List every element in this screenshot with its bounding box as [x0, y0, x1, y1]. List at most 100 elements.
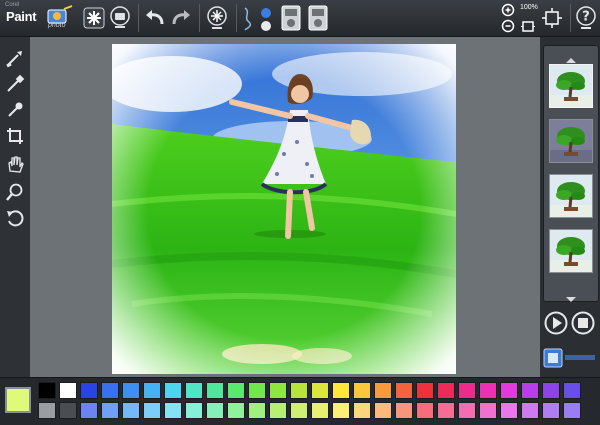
color-swatch[interactable]: [248, 382, 266, 399]
color-swatch[interactable]: [332, 402, 350, 419]
color-swatch[interactable]: [164, 402, 182, 419]
color-swatch[interactable]: [521, 402, 539, 419]
color-swatch[interactable]: [395, 382, 413, 399]
current-color-swatch[interactable]: [5, 387, 31, 413]
play-button[interactable]: [544, 311, 568, 339]
color-swatch[interactable]: [143, 402, 161, 419]
color-swatch[interactable]: [395, 402, 413, 419]
color-swatch[interactable]: [332, 382, 350, 399]
color-swatch[interactable]: [374, 402, 392, 419]
fit-screen-button[interactable]: [540, 3, 564, 33]
color-swatch[interactable]: [563, 382, 581, 399]
eraser-tool[interactable]: [4, 73, 26, 95]
bonsai-tree-icon: [550, 72, 592, 107]
color-swatch[interactable]: [290, 382, 308, 399]
color-swatch[interactable]: [101, 402, 119, 419]
camera-button[interactable]: [108, 3, 132, 33]
color-swatch[interactable]: [542, 402, 560, 419]
style-thumbnail[interactable]: [549, 119, 593, 163]
color-swatch[interactable]: [269, 382, 287, 399]
color-swatch[interactable]: [164, 382, 182, 399]
color-swatch[interactable]: [206, 402, 224, 419]
color-swatch[interactable]: [248, 402, 266, 419]
color-swatch[interactable]: [38, 382, 56, 399]
bonsai-tree-icon: [550, 127, 592, 162]
stroke-size-control[interactable]: [240, 3, 276, 33]
color-swatch[interactable]: [206, 382, 224, 399]
color-swatch[interactable]: [416, 382, 434, 399]
color-swatch[interactable]: [185, 382, 203, 399]
share-button[interactable]: [543, 345, 599, 375]
color-swatch[interactable]: [59, 382, 77, 399]
zoom-level: 100%: [520, 4, 538, 11]
zoom-out-icon: [501, 19, 515, 33]
zoom-in-button[interactable]: [500, 3, 518, 18]
save-button[interactable]: [306, 3, 330, 33]
color-swatch[interactable]: [563, 402, 581, 419]
painted-photo[interactable]: [112, 44, 456, 374]
undo-button[interactable]: [143, 3, 167, 33]
svg-text:?: ?: [582, 10, 590, 25]
color-swatch[interactable]: [479, 402, 497, 419]
hand-tool[interactable]: [4, 153, 26, 175]
color-swatch[interactable]: [80, 382, 98, 399]
color-swatch[interactable]: [269, 402, 287, 419]
color-swatch[interactable]: [416, 402, 434, 419]
help-button[interactable]: ?: [574, 3, 598, 33]
eyedropper-tool[interactable]: [4, 99, 26, 121]
snowflake-button[interactable]: [82, 3, 106, 33]
brush-tool[interactable]: [4, 47, 26, 69]
color-swatch[interactable]: [227, 382, 245, 399]
color-swatch[interactable]: [227, 402, 245, 419]
canvas-options-button[interactable]: [279, 3, 303, 33]
style-thumbnail[interactable]: [549, 174, 593, 218]
rotate-tool[interactable]: [4, 207, 26, 229]
style-thumbnail[interactable]: [549, 229, 593, 273]
color-swatch[interactable]: [500, 402, 518, 419]
color-swatch[interactable]: [80, 402, 98, 419]
help-icon: ?: [576, 6, 596, 29]
color-swatch[interactable]: [458, 382, 476, 399]
zoom-tool[interactable]: [4, 181, 26, 203]
color-swatch[interactable]: [101, 382, 119, 399]
color-swatch[interactable]: [122, 382, 140, 399]
crop-tool[interactable]: [4, 125, 26, 147]
color-swatch[interactable]: [143, 382, 161, 399]
style-thumbnail-strip: [543, 45, 599, 302]
zoom-icon: [6, 183, 23, 201]
color-swatch[interactable]: [542, 382, 560, 399]
color-swatch[interactable]: [437, 382, 455, 399]
eraser-icon: [7, 74, 25, 92]
color-swatch[interactable]: [521, 382, 539, 399]
style-thumbnail[interactable]: [549, 64, 593, 108]
redo-button[interactable]: [169, 3, 193, 33]
eyedropper-icon: [8, 102, 23, 117]
color-swatch[interactable]: [122, 402, 140, 419]
color-swatch[interactable]: [479, 382, 497, 399]
color-swatch[interactable]: [500, 382, 518, 399]
snowflake-icon: [83, 7, 105, 29]
effect-settings-button[interactable]: [204, 3, 230, 33]
save-icon: [308, 5, 328, 31]
color-swatch[interactable]: [311, 402, 329, 419]
bonsai-tree-icon: [550, 182, 592, 217]
painting-image: [112, 44, 456, 374]
color-swatch[interactable]: [290, 402, 308, 419]
camera-icon: [110, 6, 130, 28]
color-swatch[interactable]: [353, 382, 371, 399]
crop-icon: [7, 128, 23, 144]
color-swatch[interactable]: [374, 382, 392, 399]
zoom-out-button[interactable]: [500, 19, 518, 34]
logo-tag: Corel: [5, 2, 20, 8]
color-swatch[interactable]: [458, 402, 476, 419]
scroll-down-button[interactable]: [565, 289, 577, 308]
color-swatch[interactable]: [38, 402, 56, 419]
share-icon: [543, 348, 595, 368]
stop-button[interactable]: [571, 311, 595, 339]
color-swatch[interactable]: [185, 402, 203, 419]
color-swatch[interactable]: [353, 402, 371, 419]
rotate-canvas-button[interactable]: [519, 19, 537, 34]
color-swatch[interactable]: [311, 382, 329, 399]
color-swatch[interactable]: [59, 402, 77, 419]
color-swatch[interactable]: [437, 402, 455, 419]
